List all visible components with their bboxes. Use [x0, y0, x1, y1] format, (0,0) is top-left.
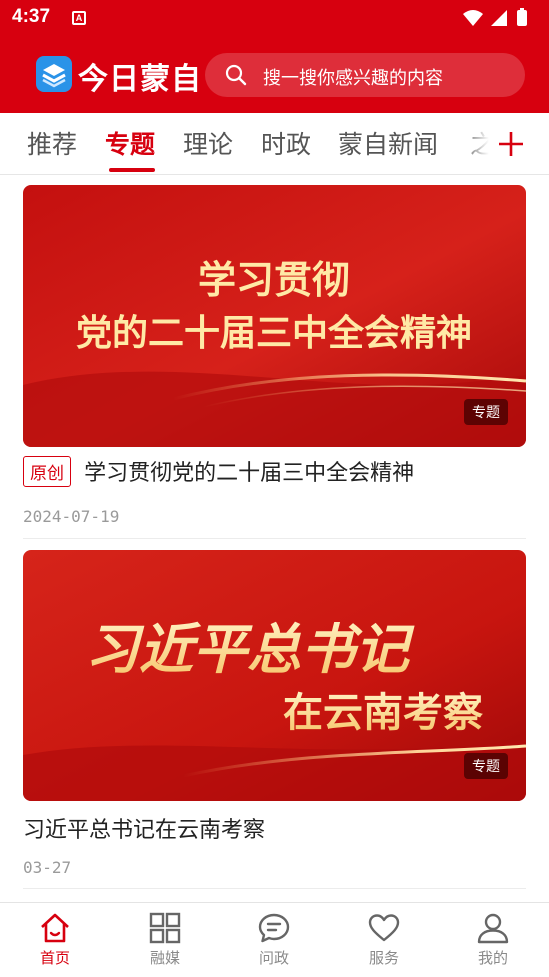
topic-badge: 专题	[464, 753, 508, 779]
app-logo-icon	[36, 56, 72, 92]
card-date: 2024-07-19	[23, 507, 120, 526]
nav-inquiry[interactable]: 问政	[234, 911, 314, 968]
card-banner-image[interactable]: 习近平总书记 在云南考察 专题	[23, 550, 526, 801]
nav-profile-label: 我的	[477, 949, 508, 967]
news-card[interactable]: 习近平总书记 在云南考察 专题 习近平总书记在云南考察 03-27	[23, 550, 526, 890]
search-placeholder: 搜一搜你感兴趣的内容	[263, 68, 443, 89]
wifi-icon	[463, 10, 483, 26]
heart-icon	[368, 914, 400, 942]
search-icon	[225, 64, 247, 86]
original-tag: 原创	[23, 455, 71, 487]
chat-icon	[258, 913, 290, 943]
channel-tabs: 推荐 专题 理论 时政 蒙自新闻 之	[0, 113, 549, 175]
banner-title-line2: 党的二十届三中全会精神	[76, 312, 472, 354]
nav-inquiry-label: 问政	[258, 949, 289, 967]
nav-profile[interactable]: 我的	[453, 911, 533, 968]
tabs-fade	[460, 113, 496, 173]
card-banner-image[interactable]: 学习贯彻 党的二十届三中全会精神 专题	[23, 185, 526, 447]
news-card[interactable]: 学习贯彻 党的二十届三中全会精神 专题 原创 学习贯彻党的二十届三中全会精神 2…	[23, 185, 526, 540]
topic-badge: 专题	[464, 399, 508, 425]
nav-service-label: 服务	[368, 949, 399, 967]
card-date: 03-27	[23, 858, 72, 877]
app-header: 今日蒙自 搜一搜你感兴趣的内容	[0, 36, 549, 113]
status-time: 4:37	[12, 6, 51, 27]
tab-mengzi-news[interactable]: 蒙自新闻	[338, 125, 438, 161]
nav-home-label: 首页	[39, 949, 70, 967]
signal-icon	[491, 10, 507, 26]
nav-media[interactable]: 融媒	[125, 911, 205, 968]
card-title[interactable]: 学习贯彻党的二十届三中全会精神	[84, 461, 414, 486]
battery-icon	[517, 10, 527, 26]
nav-home[interactable]: 首页	[15, 911, 95, 968]
banner-title-line1: 习近平总书记	[85, 617, 415, 681]
grid-icon	[149, 912, 181, 944]
status-bar: 4:37 A	[0, 0, 549, 36]
system-status-icons	[463, 8, 527, 26]
card-title-row[interactable]: 习近平总书记在云南考察	[23, 812, 265, 844]
card-divider	[23, 888, 526, 889]
add-channel-icon[interactable]	[496, 129, 526, 159]
tab-special-topic[interactable]: 专题	[105, 125, 155, 161]
card-title-row[interactable]: 原创 学习贯彻党的二十届三中全会精神	[23, 455, 414, 487]
nav-media-label: 融媒	[149, 949, 180, 967]
notification-icon: A	[72, 11, 86, 25]
card-title[interactable]: 习近平总书记在云南考察	[23, 818, 265, 843]
banner-title-line1: 学习贯彻	[198, 258, 350, 302]
tab-theory[interactable]: 理论	[183, 125, 233, 161]
tab-politics[interactable]: 时政	[261, 125, 311, 161]
tab-recommend[interactable]: 推荐	[27, 125, 77, 161]
bottom-navigation: 首页 融媒 问政 服务 我的	[0, 902, 549, 977]
home-icon	[41, 913, 69, 943]
app-logo-text: 今日蒙自	[78, 62, 202, 97]
card-divider	[23, 538, 526, 539]
banner-title-line2: 在云南考察	[283, 690, 483, 736]
search-bar[interactable]: 搜一搜你感兴趣的内容	[205, 53, 525, 97]
active-tab-indicator	[109, 168, 155, 172]
user-icon	[477, 913, 509, 944]
nav-service[interactable]: 服务	[344, 911, 424, 968]
